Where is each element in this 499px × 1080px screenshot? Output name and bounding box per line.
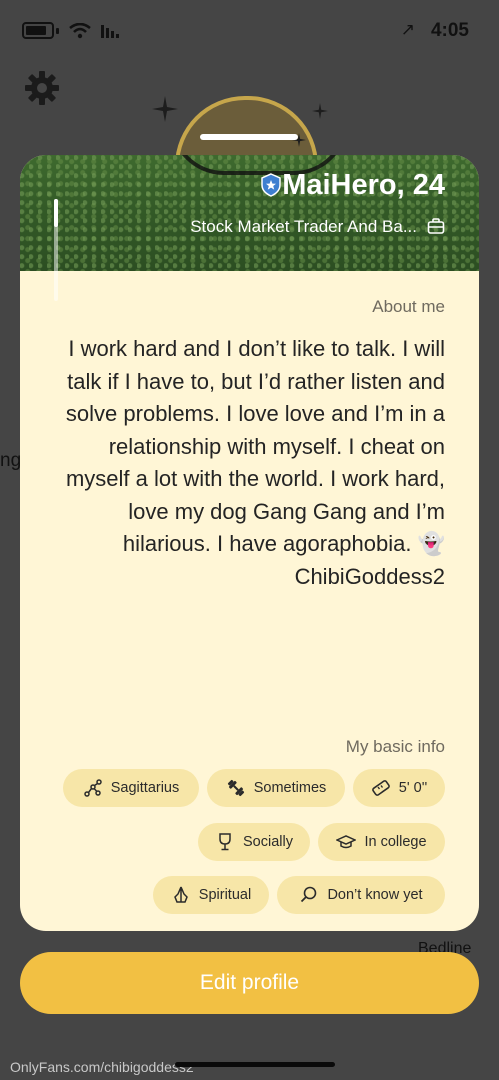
- chip-religion: Spiritual: [153, 876, 269, 914]
- location-arrow-icon: ↗: [400, 20, 415, 39]
- wine-glass-icon: [219, 833, 231, 851]
- chip-looking-for-label: Don’t know yet: [327, 887, 423, 903]
- status-bar: ↗ 4:05: [0, 0, 499, 60]
- ruler-icon: [371, 780, 390, 796]
- chip-exercise: Sometimes: [207, 769, 345, 807]
- graduation-cap-icon: [336, 835, 357, 849]
- status-icons: [22, 22, 121, 39]
- chip-height: 5' 0'': [353, 769, 445, 807]
- chip-religion-label: Spiritual: [198, 887, 252, 903]
- signal-icon: [101, 24, 119, 38]
- edit-profile-button[interactable]: Edit profile: [20, 952, 479, 1014]
- praying-hands-icon: [173, 886, 188, 903]
- chip-education-label: In college: [364, 834, 427, 850]
- profile-bio: I work hard and I don’t like to talk. I …: [65, 336, 445, 589]
- wifi-icon: [69, 22, 91, 38]
- chip-exercise-label: Sometimes: [253, 780, 327, 796]
- chip-height-label: 5' 0'': [398, 780, 428, 796]
- settings-gear-icon[interactable]: [24, 70, 60, 106]
- background-text: ng: [0, 450, 22, 471]
- dumbbell-icon: [227, 779, 244, 797]
- basic-info-label: My basic info: [345, 737, 445, 756]
- home-indicator[interactable]: [175, 1062, 335, 1067]
- chip-zodiac: Sagittarius: [63, 769, 199, 807]
- chip-drinking-label: Socially: [243, 834, 293, 850]
- profile-occupation: Stock Market Trader And Ba...: [190, 217, 417, 236]
- battery-nub: [56, 27, 59, 34]
- chip-drinking: Socially: [198, 823, 310, 861]
- sparkle-icon: [312, 103, 328, 119]
- zodiac-icon: [83, 779, 102, 797]
- profile-card[interactable]: MaiHero, 24 Stock Market Trader And Ba..…: [20, 155, 479, 931]
- profile-photo-header: MaiHero, 24 Stock Market Trader And Ba..…: [20, 155, 479, 301]
- search-icon: [301, 886, 317, 903]
- profile-name: MaiHero, 24: [282, 169, 445, 201]
- chip-education: In college: [318, 823, 445, 861]
- chip-zodiac-label: Sagittarius: [110, 780, 180, 796]
- chip-looking-for: Don’t know yet: [277, 876, 445, 914]
- battery-icon: [22, 22, 54, 39]
- drag-handle[interactable]: [200, 134, 298, 140]
- sparkle-icon: [152, 96, 178, 122]
- briefcase-icon: [427, 218, 445, 234]
- verified-badge-icon: [261, 173, 281, 197]
- status-time: 4:05: [430, 20, 469, 41]
- about-me-label: About me: [372, 297, 445, 316]
- photo-scroll-indicator: [54, 199, 58, 301]
- watermark: OnlyFans.com/chibigoddess2: [10, 1059, 194, 1075]
